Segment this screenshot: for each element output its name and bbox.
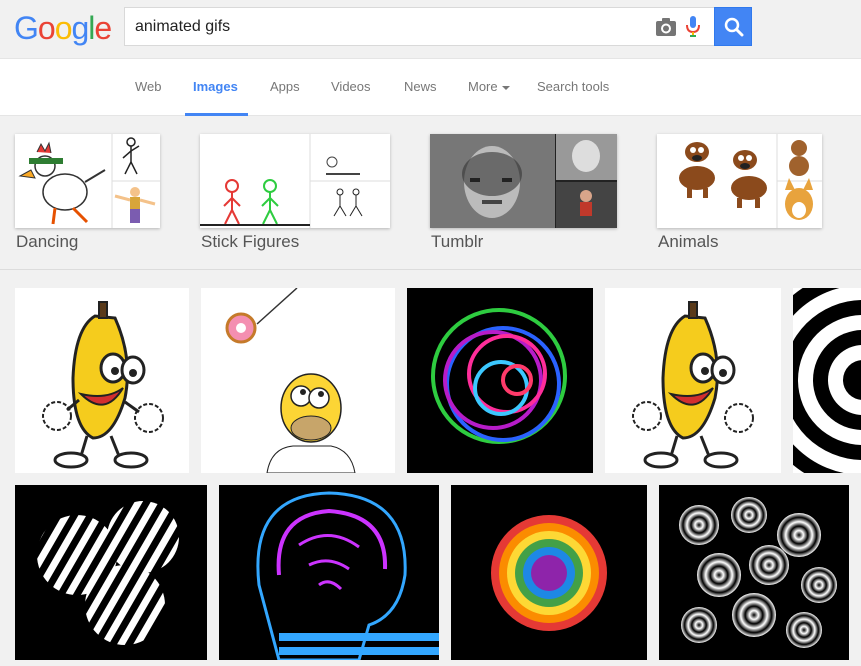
tab-more-label: More [468, 79, 498, 94]
striped-spheres-image [679, 497, 837, 648]
section-divider [0, 269, 861, 270]
image-result[interactable] [451, 485, 647, 660]
tab-images[interactable]: Images [193, 79, 238, 117]
google-logo[interactable]: Google [14, 10, 112, 46]
homer-donut-image [225, 288, 356, 473]
dancing-banana-image [42, 301, 164, 469]
xray-skull-image [256, 491, 439, 660]
microphone-icon[interactable] [686, 16, 700, 38]
black-white-spiral-image [793, 288, 861, 473]
search-icon [724, 17, 744, 37]
image-result[interactable] [15, 485, 207, 660]
category-image [657, 134, 822, 228]
image-result[interactable] [793, 288, 861, 473]
category-label: Dancing [16, 232, 79, 251]
logo-letter: e [94, 10, 112, 46]
image-result[interactable] [605, 288, 781, 473]
tab-more[interactable]: More [468, 79, 510, 117]
image-result[interactable] [15, 288, 189, 473]
search-tools-button[interactable]: Search tools [537, 79, 609, 117]
image-result[interactable] [659, 485, 849, 660]
dancing-banana-image [632, 301, 754, 469]
search-box [124, 7, 714, 46]
search-button[interactable] [714, 7, 752, 46]
tab-news[interactable]: News [404, 79, 437, 117]
tab-videos[interactable]: Videos [331, 79, 371, 117]
image-result[interactable] [201, 288, 395, 473]
image-result[interactable] [219, 485, 439, 660]
category-image [430, 134, 617, 228]
tab-apps[interactable]: Apps [270, 79, 300, 117]
chevron-down-icon [501, 85, 510, 90]
logo-letter: G [14, 10, 39, 46]
search-input[interactable] [135, 15, 635, 39]
tab-web[interactable]: Web [135, 79, 162, 117]
category-image [15, 134, 160, 228]
search-nav: Web Images Apps Videos News More Search … [0, 58, 861, 116]
active-tab-indicator [185, 113, 248, 116]
header: Google [0, 0, 861, 58]
category-label: Stick Figures [201, 232, 300, 251]
category-label: Tumblr [431, 232, 484, 251]
logo-letter: o [37, 10, 56, 46]
neon-spiral-image [431, 308, 567, 444]
category-label: Animals [658, 232, 719, 251]
category-image [200, 134, 390, 228]
logo-letter: g [71, 10, 89, 46]
camera-icon[interactable] [655, 17, 677, 37]
rainbow-sphere-image [491, 515, 607, 631]
striped-blob-image [37, 501, 179, 645]
image-result[interactable] [407, 288, 593, 473]
logo-letter: o [54, 10, 73, 46]
